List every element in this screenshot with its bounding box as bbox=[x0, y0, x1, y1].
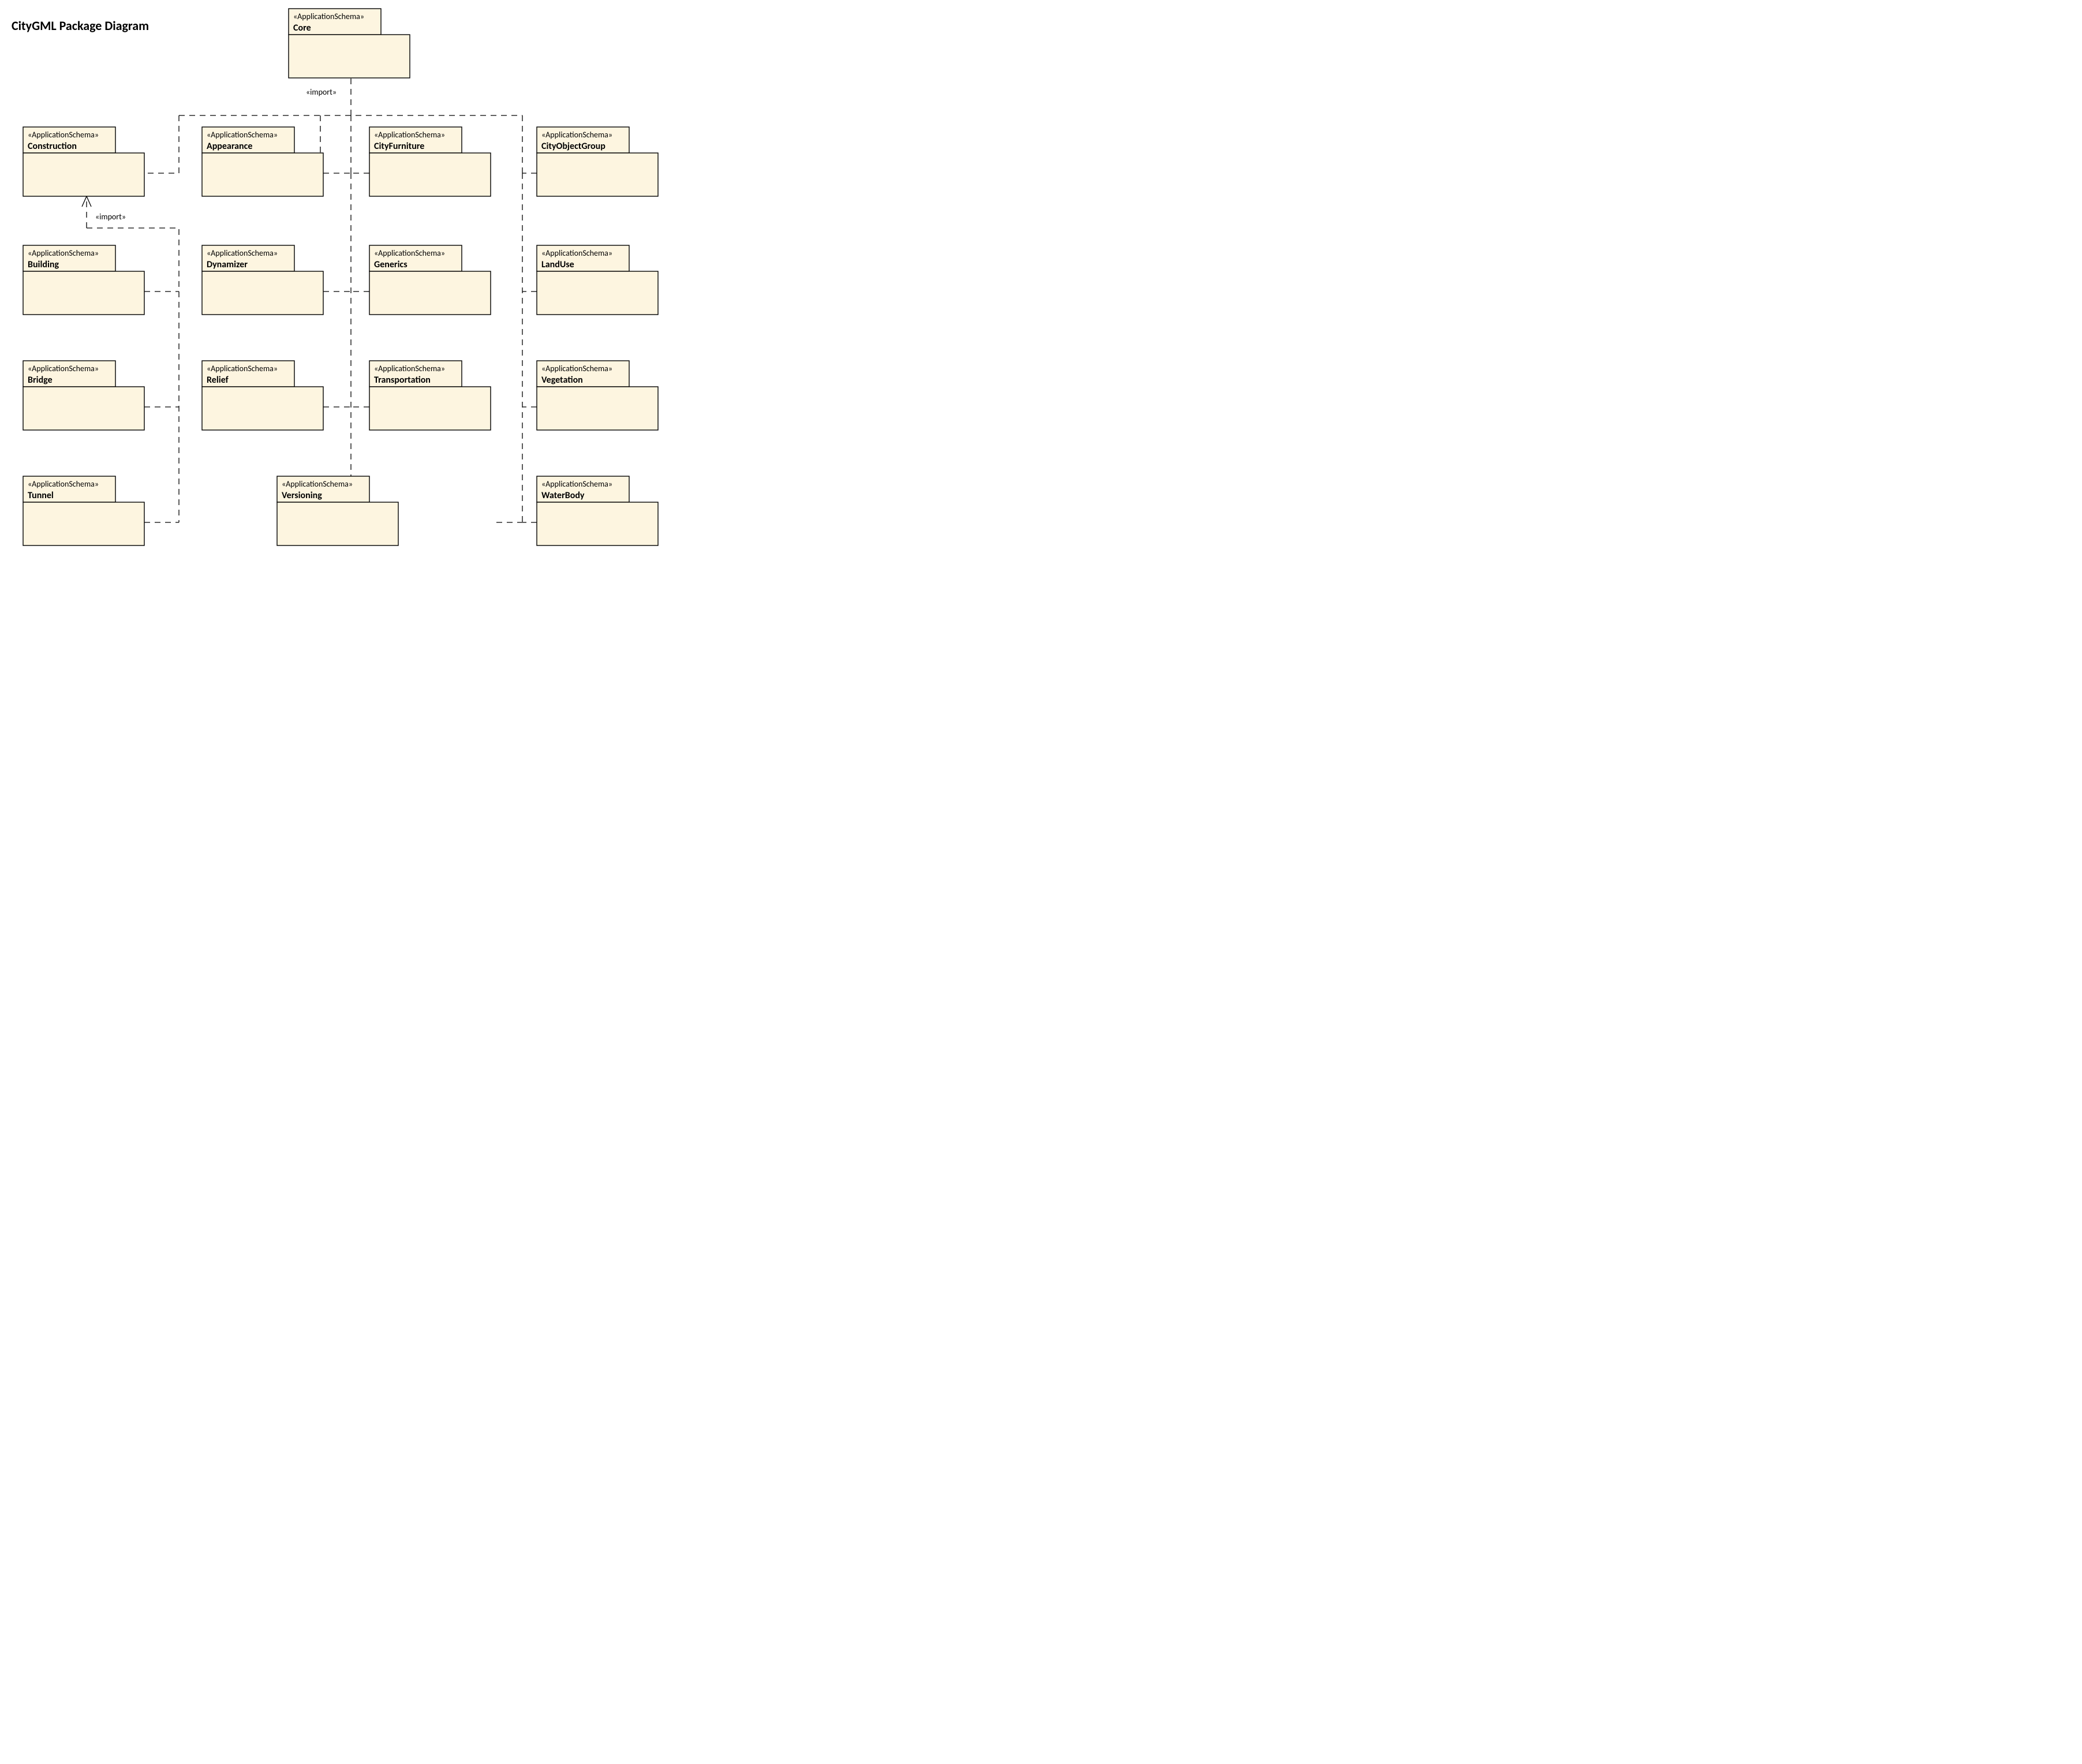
package-name: Building bbox=[28, 259, 59, 270]
import-label-construction: «import» bbox=[95, 212, 126, 222]
package-cityfurniture: «ApplicationSchema» CityFurniture bbox=[369, 127, 491, 196]
diagram-title: CityGML Package Diagram bbox=[12, 18, 149, 33]
package-construction: «ApplicationSchema» Construction bbox=[23, 127, 144, 196]
package-name: Tunnel bbox=[28, 490, 54, 501]
package-building: «ApplicationSchema» Building bbox=[23, 245, 144, 315]
package-versioning: «ApplicationSchema» Versioning bbox=[277, 476, 398, 545]
package-name: Transportation bbox=[374, 375, 431, 386]
package-name: CityObjectGroup bbox=[541, 141, 605, 152]
package-tunnel: «ApplicationSchema» Tunnel bbox=[23, 476, 144, 545]
stereotype: «ApplicationSchema» bbox=[374, 248, 445, 258]
package-vegetation: «ApplicationSchema» Vegetation bbox=[537, 361, 658, 430]
stereotype: «ApplicationSchema» bbox=[28, 130, 99, 140]
package-appearance: «ApplicationSchema» Appearance bbox=[202, 127, 323, 196]
stereotype: «ApplicationSchema» bbox=[374, 364, 445, 373]
package-name: Appearance bbox=[207, 141, 252, 152]
citygml-package-diagram: CityGML Package Diagram «import» «im bbox=[0, 0, 693, 589]
stereotype: «ApplicationSchema» bbox=[28, 248, 99, 258]
package-name: Bridge bbox=[28, 375, 53, 386]
package-name: Core bbox=[293, 23, 311, 33]
stereotype: «ApplicationSchema» bbox=[374, 130, 445, 140]
stereotype: «ApplicationSchema» bbox=[541, 479, 612, 489]
stereotype: «ApplicationSchema» bbox=[207, 248, 278, 258]
stereotype: «ApplicationSchema» bbox=[541, 248, 612, 258]
package-name: Versioning bbox=[282, 490, 322, 501]
stereotype: «ApplicationSchema» bbox=[293, 12, 364, 21]
package-core: «ApplicationSchema» Core bbox=[289, 9, 410, 78]
stereotype: «ApplicationSchema» bbox=[541, 130, 612, 140]
package-cityobjectgroup: «ApplicationSchema» CityObjectGroup bbox=[537, 127, 658, 196]
package-name: Dynamizer bbox=[207, 259, 248, 270]
stereotype: «ApplicationSchema» bbox=[282, 479, 353, 489]
dep-construction-core bbox=[144, 115, 179, 173]
stereotype: «ApplicationSchema» bbox=[28, 479, 99, 489]
package-name: Vegetation bbox=[541, 375, 583, 386]
package-relief: «ApplicationSchema» Relief bbox=[202, 361, 323, 430]
package-name: Relief bbox=[207, 375, 229, 386]
package-name: LandUse bbox=[541, 259, 574, 270]
package-waterbody: «ApplicationSchema» WaterBody bbox=[537, 476, 658, 545]
package-transportation: «ApplicationSchema» Transportation bbox=[369, 361, 491, 430]
stereotype: «ApplicationSchema» bbox=[28, 364, 99, 373]
stereotype: «ApplicationSchema» bbox=[207, 130, 278, 140]
stereotype: «ApplicationSchema» bbox=[541, 364, 612, 373]
package-bridge: «ApplicationSchema» Bridge bbox=[23, 361, 144, 430]
package-generics: «ApplicationSchema» Generics bbox=[369, 245, 491, 315]
package-name: CityFurniture bbox=[374, 141, 424, 152]
package-name: Generics bbox=[374, 259, 408, 270]
import-label-core: «import» bbox=[306, 87, 337, 97]
package-name: WaterBody bbox=[541, 490, 585, 501]
package-landuse: «ApplicationSchema» LandUse bbox=[537, 245, 658, 315]
package-dynamizer: «ApplicationSchema» Dynamizer bbox=[202, 245, 323, 315]
package-name: Construction bbox=[28, 141, 77, 152]
stereotype: «ApplicationSchema» bbox=[207, 364, 278, 373]
